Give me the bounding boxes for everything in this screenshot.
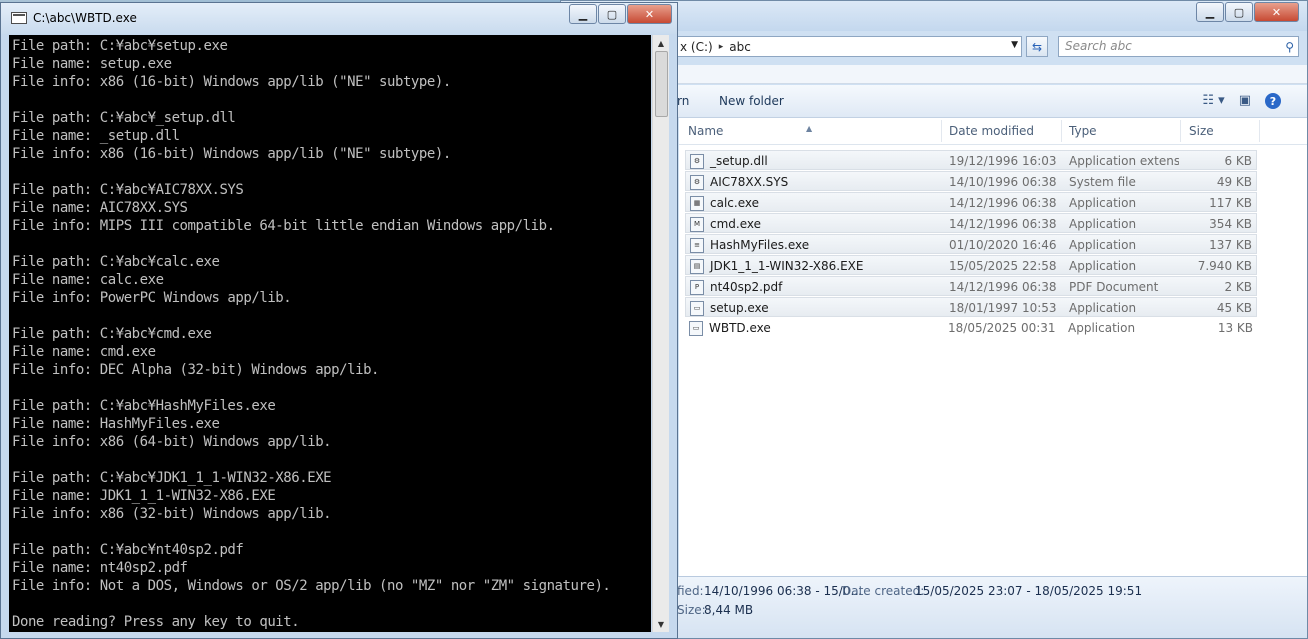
file-name: AIC78XX.SYS [710, 175, 789, 189]
file-size: 45 KB [1216, 301, 1252, 315]
exe-icon: ▭ [689, 321, 703, 336]
address-dropdown-icon[interactable]: ▼ [1011, 40, 1018, 50]
file-date-modified: 15/05/2025 22:58 [949, 259, 1057, 273]
file-name: nt40sp2.pdf [710, 280, 783, 294]
modified-value: 14/10/1996 06:38 - 15/0... [704, 584, 862, 598]
column-size[interactable]: Size [1189, 124, 1214, 138]
console-maximize-button[interactable]: ▢ [598, 4, 626, 24]
file-row[interactable]: ▭ setup.exe 18/01/1997 10:53 Application 45 … [685, 297, 1257, 317]
pdf-icon: P [690, 280, 704, 295]
explorer-close-button[interactable]: ✕ [1254, 2, 1299, 22]
search-icon[interactable]: ⚲ [1285, 38, 1294, 57]
file-type: Application [1069, 196, 1137, 210]
column-name[interactable]: Name [688, 124, 723, 138]
console-close-button[interactable]: ✕ [627, 4, 672, 24]
new-folder-button[interactable]: New folder [719, 94, 784, 108]
file-type: Application [1069, 301, 1137, 315]
preview-pane-icon[interactable]: ▣ [1239, 93, 1251, 109]
file-row[interactable]: ≡ HashMyFiles.exe 01/10/2020 16:46 Applicat… [685, 234, 1257, 254]
file-size: 49 KB [1216, 175, 1252, 189]
explorer-maximize-button[interactable]: ▢ [1225, 2, 1253, 22]
console-output-area[interactable]: File path: C:¥abc¥setup.exe File name: s… [9, 35, 651, 632]
installer-icon: ▤ [690, 259, 704, 274]
file-date-modified: 18/05/2025 00:31 [948, 321, 1056, 335]
created-value: 15/05/2025 23:07 - 18/05/2025 19:51 [915, 584, 1143, 598]
file-size: 7.940 KB [1197, 259, 1252, 273]
file-size: 117 KB [1209, 196, 1252, 210]
file-list: ▲ Name Date modified Type Size ⚙ _setup.d… [679, 118, 1307, 577]
search-input[interactable]: Search abc ⚲ [1058, 36, 1299, 57]
file-size: 13 KB [1217, 321, 1253, 335]
file-date-modified: 14/10/1996 06:38 [949, 175, 1057, 189]
file-name: HashMyFiles.exe [710, 238, 810, 252]
modified-label: fied: [677, 584, 704, 598]
file-date-modified: 14/12/1996 06:38 [949, 217, 1057, 231]
file-date-modified: 14/12/1996 06:38 [949, 196, 1057, 210]
file-type: Application extens... [1069, 154, 1179, 168]
file-size: 6 KB [1224, 154, 1252, 168]
address-segment-drive[interactable]: x (C:) [680, 40, 713, 54]
file-size: 2 KB [1224, 280, 1252, 294]
console-title-bar[interactable]: C:\abc\WBTD.exe ▁ ▢ ✕ [1, 3, 677, 34]
file-type: Application [1068, 321, 1136, 335]
file-name: cmd.exe [710, 217, 762, 231]
file-row[interactable]: ▦ calc.exe 14/12/1996 06:38 Application 117 … [685, 192, 1257, 212]
scrollbar-thumb[interactable] [655, 51, 668, 117]
toolbar-burn-button[interactable]: rn [677, 94, 689, 108]
hashmyfiles-icon: ≡ [690, 238, 704, 253]
exe-icon: ▭ [690, 301, 704, 316]
file-name: _setup.dll [710, 154, 768, 168]
column-header-row: ▲ Name Date modified Type Size [679, 118, 1307, 145]
file-type: Application [1069, 217, 1137, 231]
file-size: 137 KB [1209, 238, 1252, 252]
file-type: PDF Document [1069, 280, 1159, 294]
file-name: JDK1_1_1-WIN32-X86.EXE [710, 259, 864, 273]
help-icon[interactable]: ? [1265, 93, 1281, 109]
file-date-modified: 14/12/1996 06:38 [949, 280, 1057, 294]
refresh-button[interactable]: ⇆ [1026, 36, 1048, 57]
view-options-icon[interactable]: ☷ ▾ [1202, 93, 1224, 109]
file-type: Application [1069, 238, 1137, 252]
file-name: calc.exe [710, 196, 759, 210]
refresh-icon: ⇆ [1031, 39, 1043, 54]
file-date-modified: 19/12/1996 16:03 [949, 154, 1057, 168]
file-name: WBTD.exe [709, 321, 771, 335]
file-date-modified: 18/01/1997 10:53 [949, 301, 1057, 315]
file-row[interactable]: ▭ WBTD.exe 18/05/2025 00:31 Application 13 K… [685, 318, 1257, 338]
file-row[interactable]: Mcmd.exe 14/12/1996 06:38 Application 354 K… [685, 213, 1257, 233]
console-window: C:\abc\WBTD.exe ▁ ▢ ✕ File path: C:¥abc¥… [0, 2, 678, 639]
address-segment-folder[interactable]: abc [729, 40, 751, 54]
dll-icon: ⚙ [690, 154, 704, 169]
file-row[interactable]: Pnt40sp2.pdf 14/12/1996 06:38 PDF Document… [685, 276, 1257, 296]
size-value: 8,44 MB [704, 603, 754, 617]
console-scrollbar[interactable]: ▲ ▼ [652, 35, 669, 632]
scroll-up-icon[interactable]: ▲ [653, 35, 669, 51]
sort-ascending-icon: ▲ [806, 124, 813, 133]
file-type: System file [1069, 175, 1136, 189]
scroll-down-icon[interactable]: ▼ [653, 616, 669, 632]
file-row[interactable]: ⚙ AIC78XX.SYS 14/10/1996 06:38 System file 4… [685, 171, 1257, 191]
file-name: setup.exe [710, 301, 769, 315]
console-app-icon[interactable] [11, 12, 27, 24]
search-placeholder: Search abc [1065, 39, 1132, 53]
column-type[interactable]: Type [1069, 124, 1097, 138]
calc-icon: ▦ [690, 196, 704, 211]
address-bar[interactable]: x (C:) ▸ abc ▼ [677, 36, 1022, 57]
size-label: Size: [677, 603, 706, 617]
sys-file-icon: ⚙ [690, 175, 704, 190]
console-title: C:\abc\WBTD.exe [33, 11, 137, 25]
console-minimize-button[interactable]: ▁ [569, 4, 597, 24]
file-row[interactable]: ⚙ _setup.dll 19/12/1996 16:03 Application e… [685, 150, 1257, 170]
file-row[interactable]: ▤ JDK1_1_1-WIN32-X86.EXE 15/05/2025 22:58 A… [685, 255, 1257, 275]
breadcrumb-chevron-icon[interactable]: ▸ [719, 42, 724, 52]
console-output-text: File path: C:¥abc¥setup.exe File name: s… [12, 38, 611, 630]
created-label: Date created: [842, 584, 925, 598]
explorer-minimize-button[interactable]: ▁ [1196, 2, 1224, 22]
file-date-modified: 01/10/2020 16:46 [949, 238, 1057, 252]
column-date-modified[interactable]: Date modified [949, 124, 1034, 138]
cmd-icon: M [690, 217, 704, 232]
file-size: 354 KB [1209, 217, 1252, 231]
file-type: Application [1069, 259, 1137, 273]
